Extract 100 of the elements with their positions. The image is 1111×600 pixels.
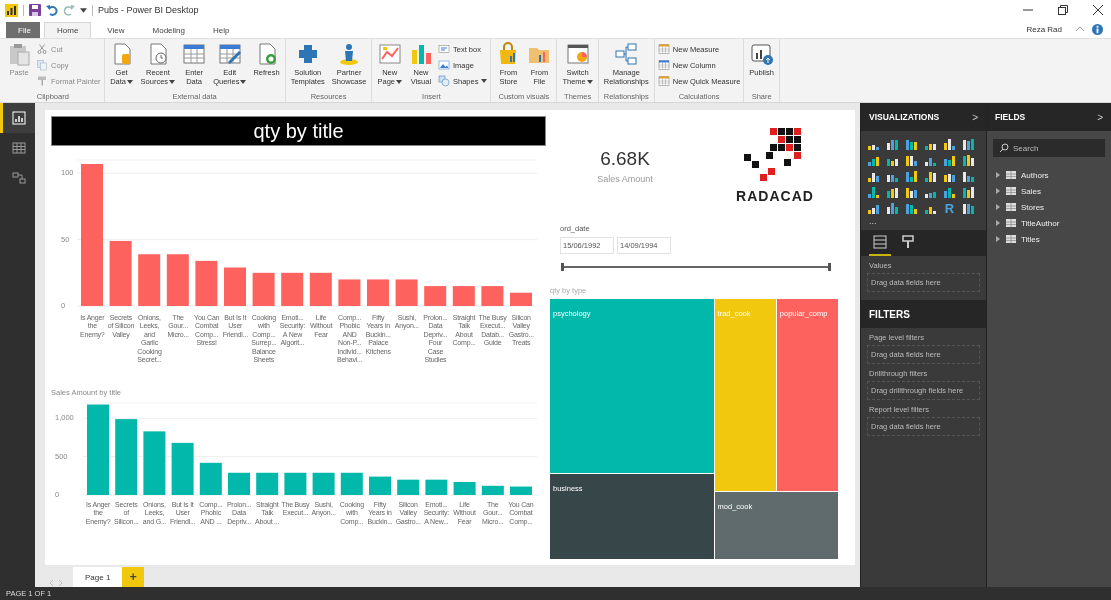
collapse-button[interactable]: >	[972, 111, 978, 123]
more-visuals[interactable]: ...	[861, 216, 986, 226]
shapes-icon	[438, 75, 450, 87]
table-icon	[1006, 171, 1016, 179]
calculator-icon	[657, 75, 670, 87]
caret-icon	[127, 79, 134, 84]
bar-chart-icon[interactable]	[962, 202, 975, 215]
bar-chart-icon[interactable]	[905, 154, 918, 167]
bar[interactable]	[281, 272, 304, 306]
collapse-button[interactable]: >	[1097, 111, 1103, 123]
bar[interactable]	[138, 254, 161, 306]
bar-chart-icon[interactable]	[886, 202, 899, 215]
bar-chart-icon[interactable]	[943, 154, 956, 167]
fields-icon	[873, 235, 887, 249]
customize-caret-icon[interactable]	[80, 6, 87, 14]
caret-icon	[240, 79, 247, 84]
close-icon[interactable]	[1093, 5, 1103, 15]
bar[interactable]	[166, 254, 189, 306]
kpi-label: Sales Amount	[597, 174, 653, 184]
bar-chart-icon[interactable]	[886, 186, 899, 199]
table-icon	[1006, 187, 1016, 195]
bar[interactable]	[453, 481, 476, 495]
bar-chart-icon[interactable]	[943, 138, 956, 151]
table-name[interactable]: TitleAuthor	[1021, 218, 1060, 228]
bar-chart-icon[interactable]	[962, 186, 975, 199]
table-icon	[657, 59, 670, 71]
bar[interactable]	[252, 272, 275, 306]
bar-chart-icon[interactable]	[867, 154, 880, 167]
bar-chart-icon[interactable]	[962, 170, 975, 183]
bar-chart-icon[interactable]	[886, 138, 899, 151]
page-tab[interactable]: Page 1	[73, 567, 123, 587]
chart-icon	[377, 42, 402, 66]
caret-icon	[396, 79, 402, 84]
bar[interactable]	[195, 260, 218, 306]
table-icon	[1006, 235, 1016, 243]
bar[interactable]	[309, 272, 332, 306]
publish-icon	[749, 42, 774, 66]
pane-title: VISUALIZATIONS	[869, 112, 940, 122]
table-name[interactable]: Sales	[1021, 186, 1041, 196]
expand-icon[interactable]	[995, 236, 1001, 242]
window-title: Pubs - Power BI Desktop	[98, 5, 199, 15]
search-field[interactable]: Search	[993, 139, 1105, 157]
search-icon	[999, 143, 1009, 153]
clipboard-icon	[7, 42, 31, 66]
calculator-icon	[657, 43, 670, 55]
app-icon	[5, 3, 18, 17]
save-icon[interactable]	[29, 4, 41, 16]
user-name: Reza Rad	[1026, 24, 1062, 34]
diagram-icon	[614, 42, 639, 66]
ribbon-tab[interactable]: Help	[201, 22, 242, 38]
paint-roller-icon	[901, 235, 915, 249]
textbox-icon	[438, 43, 450, 55]
report-view-button[interactable]	[0, 103, 35, 133]
copy-icon	[36, 59, 48, 71]
bar-chart-icon[interactable]	[962, 154, 975, 167]
bar-chart-icon[interactable]	[867, 170, 880, 183]
bar-chart-icon[interactable]	[867, 202, 880, 215]
chart-title: qty by title	[51, 116, 546, 146]
caret-icon	[481, 79, 488, 83]
bar-chart-icon[interactable]	[924, 170, 937, 183]
kpi-value: 6.68K	[600, 148, 650, 170]
bar-chart-icon[interactable]	[905, 170, 918, 183]
table-name[interactable]: Stores	[1021, 202, 1045, 212]
bar-chart-icon[interactable]	[867, 186, 880, 199]
bar-chart-icon	[409, 42, 433, 66]
expand-icon[interactable]	[995, 204, 1001, 210]
diagram-icon	[12, 171, 26, 185]
scissors-icon	[36, 43, 48, 55]
ribbon-tab[interactable]: Modeling	[140, 22, 197, 38]
table-name[interactable]: Titles	[1021, 234, 1040, 244]
ribbon-tab[interactable]: File	[6, 22, 40, 38]
table-icon	[182, 42, 207, 66]
theme-icon	[565, 42, 590, 66]
expand-icon[interactable]	[995, 172, 1001, 178]
pane-title: FILTERS	[869, 308, 910, 320]
bar-chart-icon[interactable]	[905, 202, 918, 215]
restore-icon[interactable]	[1058, 5, 1068, 15]
expand-icon[interactable]	[995, 220, 1001, 226]
collapse-ribbon-icon[interactable]	[1076, 26, 1084, 32]
bar-chart-icon[interactable]	[943, 186, 956, 199]
expand-icon[interactable]	[995, 188, 1001, 194]
pane-title: FIELDS	[995, 112, 1026, 122]
bar[interactable]	[424, 286, 447, 306]
bar[interactable]	[510, 292, 532, 306]
caret-icon	[169, 79, 176, 84]
range-slider[interactable]	[560, 262, 832, 272]
brush-icon	[36, 75, 48, 87]
add-page-button[interactable]: +	[122, 567, 145, 587]
bar-chart-icon[interactable]	[905, 186, 918, 199]
table-name[interactable]: Authors	[1021, 170, 1049, 180]
undo-icon[interactable]	[46, 4, 58, 16]
caret-icon	[586, 79, 593, 84]
table-icon	[1006, 203, 1016, 211]
r-visual-button[interactable]: R	[943, 202, 956, 215]
ribbon-tab[interactable]: Home	[44, 22, 92, 38]
bar-chart-icon[interactable]	[905, 138, 918, 151]
bar-chart-icon[interactable]	[962, 138, 975, 151]
bar[interactable]	[452, 286, 475, 306]
ribbon-tab[interactable]: View	[95, 22, 137, 38]
table-icon	[1006, 219, 1016, 227]
